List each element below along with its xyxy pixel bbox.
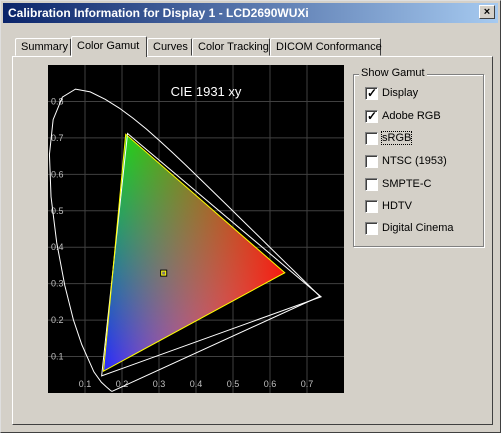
x-tick-label: 0.2 [116, 379, 129, 389]
close-icon: × [483, 6, 491, 18]
y-tick-label: 0.1 [51, 352, 64, 362]
checkbox-box[interactable] [365, 155, 378, 168]
x-tick-label: 0.1 [79, 379, 92, 389]
x-tick-label: 0.7 [301, 379, 314, 389]
checkbox-label: NTSC (1953) [382, 155, 447, 167]
y-tick-label: 0.6 [51, 169, 64, 179]
checkbox-box[interactable]: ✓ [365, 109, 378, 123]
checkbox-smpte-c[interactable]: SMPTE-C [365, 178, 485, 194]
tab-color-tracking[interactable]: Color Tracking [192, 38, 270, 56]
checkbox-label: HDTV [382, 200, 412, 212]
calibration-window: Calibration Information for Display 1 - … [0, 0, 501, 433]
tab-summary[interactable]: Summary [15, 38, 71, 56]
checkbox-label: sRGB [380, 131, 413, 145]
checkmark-icon: ✓ [367, 86, 378, 100]
checkbox-box[interactable] [365, 132, 378, 145]
checkbox-digital-cinema[interactable]: Digital Cinema [365, 222, 485, 238]
checkbox-label: SMPTE-C [382, 178, 432, 190]
checkbox-srgb[interactable]: sRGB [365, 131, 485, 148]
checkbox-adobe-rgb[interactable]: ✓ Adobe RGB [365, 109, 485, 126]
checkbox-label: Adobe RGB [382, 110, 441, 122]
checkbox-display[interactable]: ✓ Display [365, 86, 485, 103]
tab-color-gamut[interactable]: Color Gamut [71, 36, 147, 57]
checkbox-label: Digital Cinema [382, 222, 454, 234]
checkbox-hdtv[interactable]: HDTV [365, 200, 485, 216]
tab-dicom-conformance[interactable]: DICOM Conformance [270, 38, 382, 56]
x-tick-label: 0.6 [264, 379, 277, 389]
checkbox-box[interactable] [365, 200, 378, 213]
checkmark-icon: ✓ [367, 109, 378, 123]
x-tick-label: 0.3 [153, 379, 166, 389]
y-tick-label: 0.7 [51, 133, 64, 143]
checkbox-ntsc-1953[interactable]: NTSC (1953) [365, 155, 485, 171]
checkbox-box[interactable]: ✓ [365, 86, 378, 100]
close-button[interactable]: × [479, 5, 495, 19]
title-bar[interactable]: Calibration Information for Display 1 - … [3, 3, 498, 23]
checkbox-label: Display [382, 87, 419, 99]
window-title: Calibration Information for Display 1 - … [8, 6, 309, 20]
x-tick-label: 0.5 [227, 379, 240, 389]
y-tick-label: 0.2 [51, 315, 64, 325]
show-gamut-legend: Show Gamut [359, 67, 427, 79]
checkbox-box[interactable] [365, 178, 378, 191]
chart-title: CIE 1931 xy [171, 84, 242, 99]
x-tick-label: 0.4 [190, 379, 203, 389]
tab-curves[interactable]: Curves [147, 38, 192, 56]
cie-chart: 0.1 0.2 0.3 0.4 0.5 0.6 0.70.10.20.30.40.50.60… [48, 65, 344, 393]
y-tick-label: 0.3 [51, 279, 64, 289]
checkbox-box[interactable] [365, 222, 378, 235]
